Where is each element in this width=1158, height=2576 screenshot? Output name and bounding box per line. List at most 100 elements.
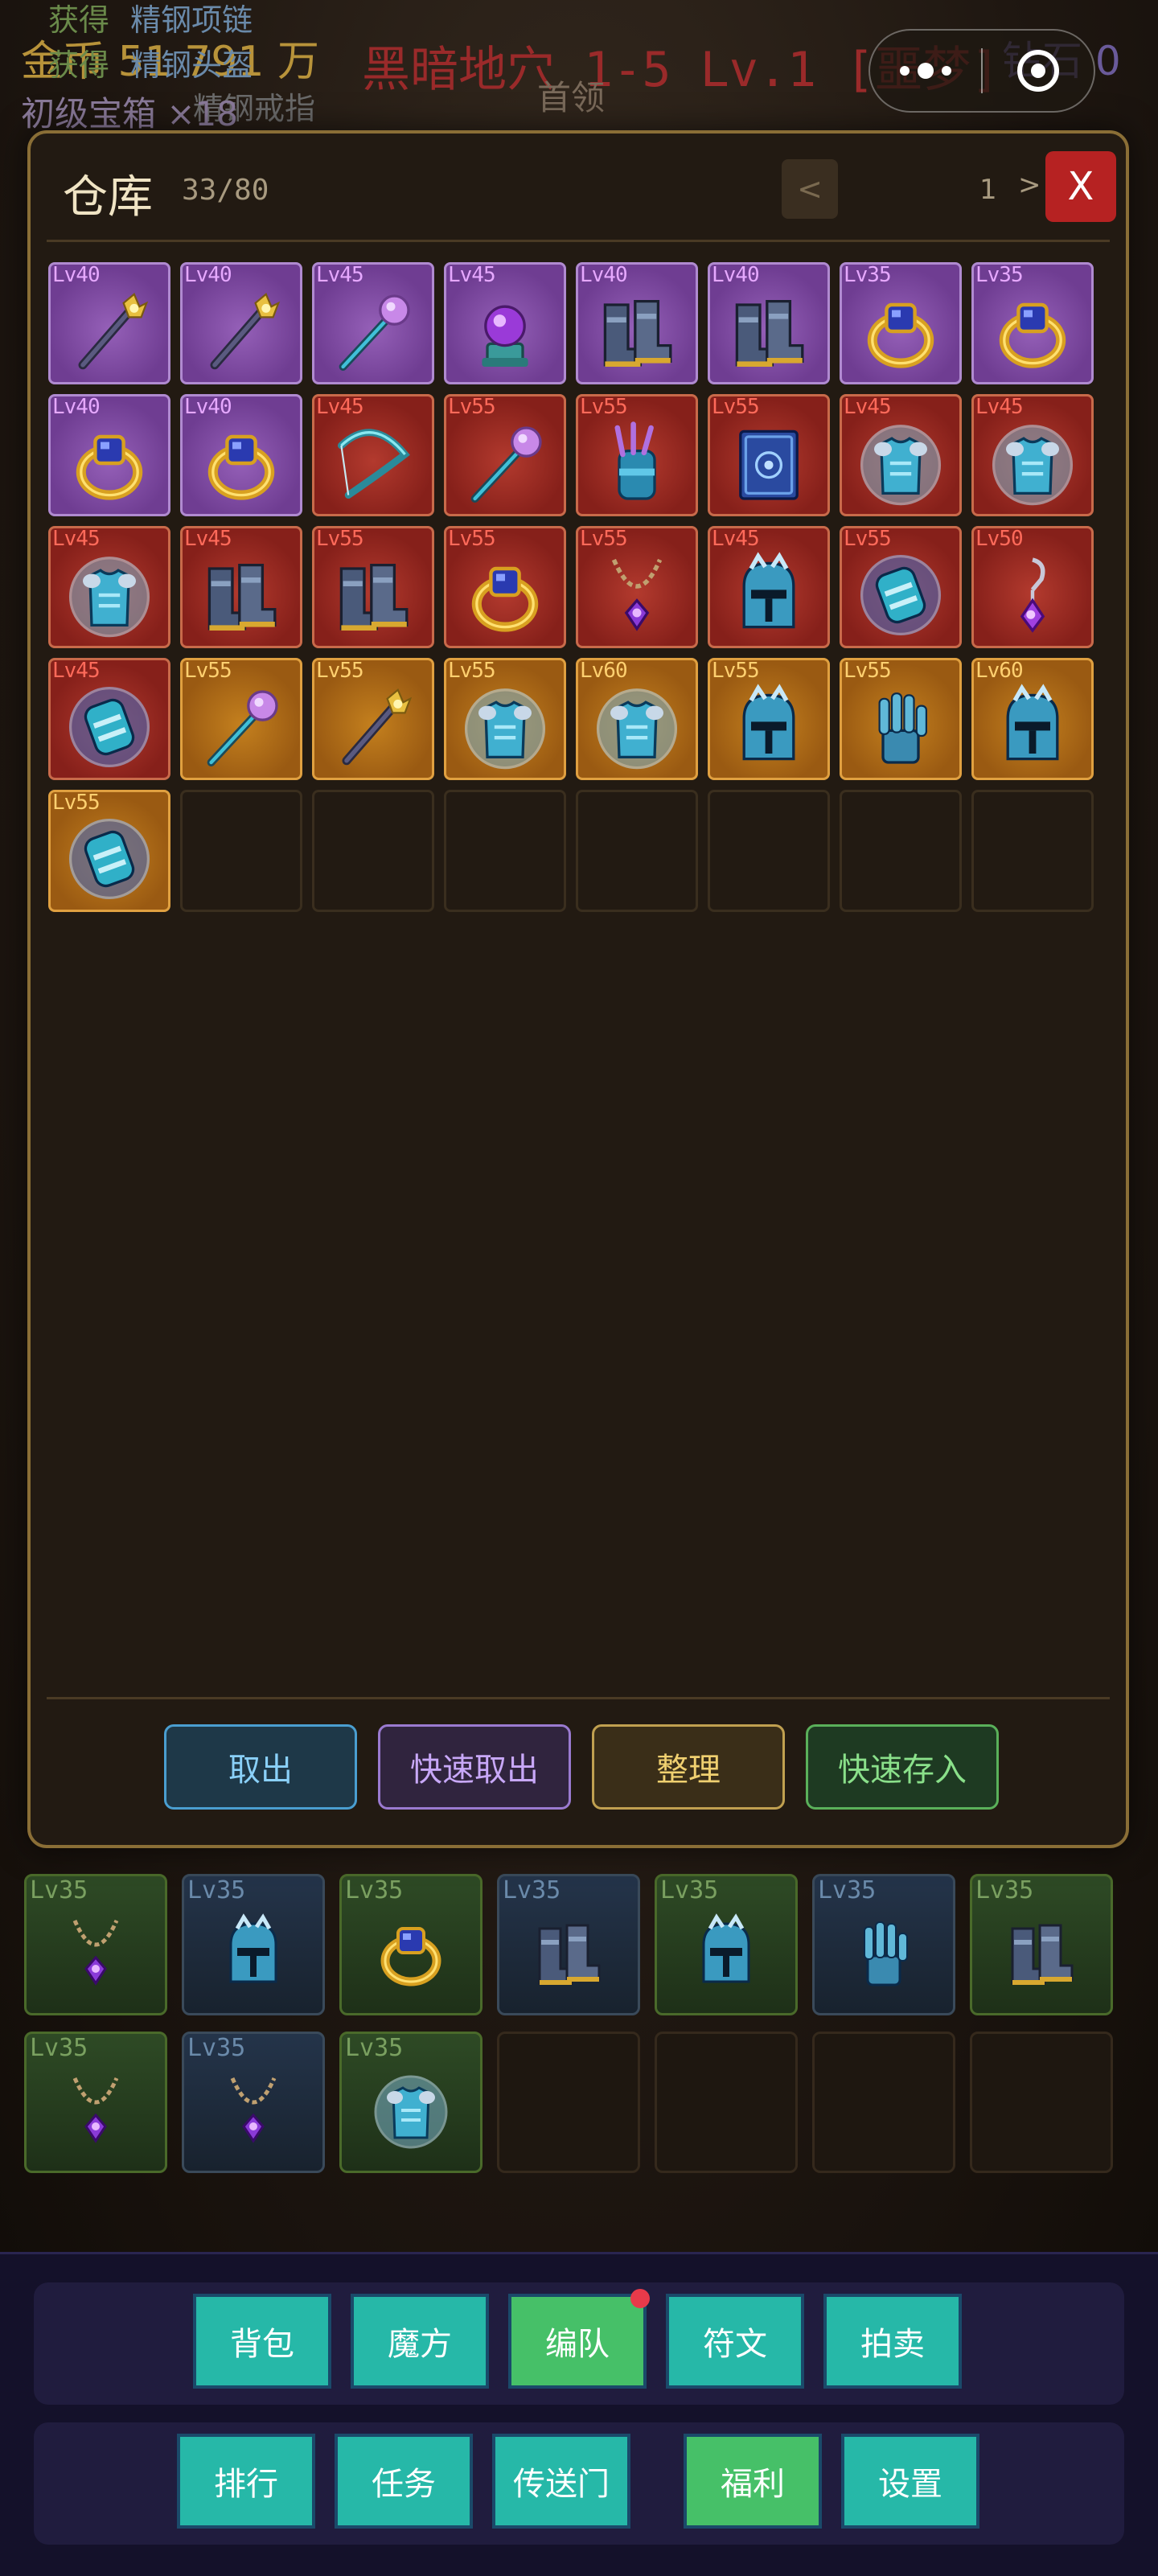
warehouse-item-slot[interactable]: Lv55	[840, 526, 962, 648]
empty-slot[interactable]	[444, 790, 566, 912]
warehouse-item-slot[interactable]: Lv55	[576, 394, 698, 516]
warehouse-item-slot[interactable]: Lv55	[444, 658, 566, 780]
warehouse-item-slot[interactable]: Lv40	[576, 262, 698, 384]
item-level: Lv55	[580, 527, 628, 551]
nav-button[interactable]: 拍卖	[823, 2294, 962, 2389]
ring-icon	[371, 1912, 451, 1993]
warehouse-item-slot[interactable]: Lv40	[48, 394, 170, 516]
warehouse-item-slot[interactable]: Lv55	[180, 658, 302, 780]
sort-button[interactable]: 整理	[592, 1724, 785, 1810]
ring-icon	[461, 551, 549, 639]
warehouse-item-slot[interactable]: Lv35	[971, 262, 1094, 384]
nav-button[interactable]: 魔方	[351, 2294, 489, 2389]
item-level: Lv45	[844, 395, 892, 419]
gauntlet-icon	[856, 683, 945, 771]
wand-icon	[461, 419, 549, 507]
warehouse-item-slot[interactable]: Lv40	[180, 262, 302, 384]
warehouse-item-slot[interactable]: Lv55	[48, 790, 170, 912]
item-level: Lv45	[52, 659, 101, 683]
page-next-button[interactable]: >	[1018, 169, 1041, 201]
nav-button[interactable]: 传送门	[492, 2434, 630, 2529]
nav-button-label: 背包	[230, 2326, 294, 2363]
warehouse-item-slot[interactable]: Lv45	[971, 394, 1094, 516]
warehouse-item-slot[interactable]: Lv50	[971, 526, 1094, 648]
warehouse-item-slot[interactable]: Lv35	[840, 262, 962, 384]
earring-icon	[988, 551, 1077, 639]
warehouse-item-slot[interactable]: Lv45	[312, 262, 434, 384]
ring-icon	[197, 419, 285, 507]
warehouse-item-slot[interactable]: Lv45	[444, 262, 566, 384]
ring-icon	[988, 287, 1077, 376]
warehouse-item-slot[interactable]: Lv40	[708, 262, 830, 384]
warehouse-item-slot[interactable]: Lv40	[48, 262, 170, 384]
nav-button[interactable]: 符文	[666, 2294, 804, 2389]
nav-button[interactable]: 背包	[193, 2294, 331, 2389]
warehouse-item-slot[interactable]: Lv45	[312, 394, 434, 516]
item-level: Lv35	[187, 1876, 246, 1904]
warehouse-item-slot[interactable]: Lv45	[48, 658, 170, 780]
empty-slot[interactable]	[840, 790, 962, 912]
warehouse-item-slot[interactable]: Lv55	[840, 658, 962, 780]
item-level: Lv35	[30, 2034, 88, 2062]
gauntlet-icon	[844, 1912, 924, 1993]
inventory-empty-slot	[655, 2032, 798, 2173]
miniprogram-capsule	[868, 29, 1095, 113]
inventory-empty-slot	[497, 2032, 640, 2173]
nav-button[interactable]: 福利	[684, 2434, 822, 2529]
nav-button[interactable]: 设置	[841, 2434, 979, 2529]
quiver-icon	[593, 419, 681, 507]
nav-button[interactable]: 任务	[335, 2434, 473, 2529]
warehouse-item-slot[interactable]: Lv55	[576, 526, 698, 648]
close-button[interactable]: X	[1045, 151, 1116, 222]
item-level: Lv35	[30, 1876, 88, 1904]
warehouse-item-slot[interactable]: Lv55	[312, 526, 434, 648]
empty-slot[interactable]	[180, 790, 302, 912]
empty-slot[interactable]	[971, 790, 1094, 912]
header-divider	[47, 240, 1110, 242]
nav-button[interactable]: 编队	[508, 2289, 650, 2389]
item-level: Lv35	[345, 2034, 404, 2062]
nav-button[interactable]: 排行	[177, 2434, 315, 2529]
nav-button-label: 任务	[372, 2466, 436, 2503]
item-level: Lv55	[580, 395, 628, 419]
warehouse-item-slot[interactable]: Lv60	[971, 658, 1094, 780]
page-prev-button[interactable]: <	[782, 159, 838, 219]
warehouse-item-slot[interactable]: Lv55	[708, 394, 830, 516]
boots-icon	[528, 1912, 609, 1993]
quick-store-button[interactable]: 快速存入	[806, 1724, 999, 1810]
warehouse-item-slot[interactable]: Lv55	[312, 658, 434, 780]
item-level: Lv55	[448, 527, 496, 551]
warehouse-item-slot[interactable]: Lv55	[444, 394, 566, 516]
armor-icon	[65, 551, 154, 639]
warehouse-grid: Lv40 Lv40 Lv45 Lv45 Lv40 Lv40 Lv35 Lv35 Lv40 Lv40…	[48, 262, 1110, 912]
warehouse-item-slot[interactable]: Lv40	[180, 394, 302, 516]
item-level: Lv45	[975, 395, 1024, 419]
target-close-icon[interactable]	[983, 50, 1094, 92]
item-level: Lv60	[580, 659, 628, 683]
page-number: 1	[979, 174, 997, 206]
item-level: Lv50	[975, 527, 1024, 551]
warehouse-item-slot[interactable]: Lv45	[48, 526, 170, 648]
nav-row-secondary: 排行 任务 传送门 福利 设置	[34, 2422, 1124, 2545]
warehouse-item-slot[interactable]: Lv55	[444, 526, 566, 648]
quick-take-out-button[interactable]: 快速取出	[378, 1724, 571, 1810]
take-out-button[interactable]: 取出	[164, 1724, 357, 1810]
staff-icon	[197, 287, 285, 376]
warehouse-dialog: 仓库 33/80 < 1 > X Lv40 Lv40 Lv45 Lv45 Lv40 Lv4…	[27, 130, 1129, 1848]
loot-log-line: 获得 精钢头盔	[48, 47, 253, 83]
warehouse-item-slot[interactable]: Lv60	[576, 658, 698, 780]
item-level: Lv55	[448, 659, 496, 683]
warehouse-item-slot[interactable]: Lv45	[708, 526, 830, 648]
empty-slot[interactable]	[576, 790, 698, 912]
ring-icon	[856, 287, 945, 376]
empty-slot[interactable]	[708, 790, 830, 912]
warehouse-item-slot[interactable]: Lv45	[840, 394, 962, 516]
boots-icon	[329, 551, 417, 639]
warehouse-item-slot[interactable]: Lv55	[708, 658, 830, 780]
item-level: Lv45	[184, 527, 232, 551]
more-dots-icon[interactable]	[870, 63, 981, 79]
boss-label: 首领	[537, 78, 606, 117]
armor-icon	[371, 2070, 451, 2151]
warehouse-item-slot[interactable]: Lv45	[180, 526, 302, 648]
empty-slot[interactable]	[312, 790, 434, 912]
